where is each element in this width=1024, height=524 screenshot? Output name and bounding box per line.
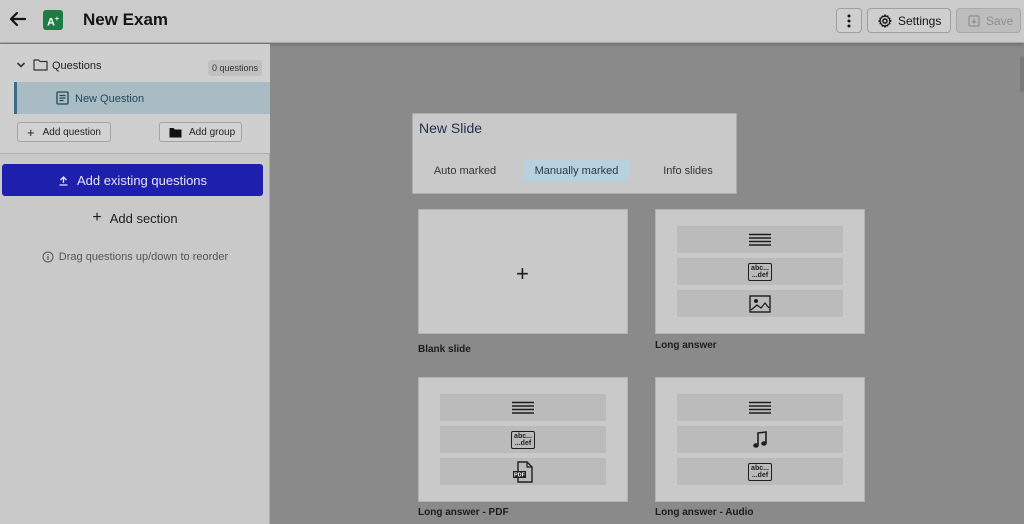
abc-def-icon: abc... ...def (511, 430, 535, 449)
template-strip (677, 226, 843, 253)
template-label-long-answer-audio: Long answer - Audio (655, 507, 754, 518)
template-strip (440, 394, 606, 421)
back-arrow-icon[interactable] (8, 9, 28, 29)
text-lines-icon (749, 233, 771, 246)
top-bar: A+ New Exam Settings Save (0, 0, 1024, 43)
tab-info-slides[interactable]: Info slides (649, 159, 727, 182)
template-strip: abc... ...def (440, 426, 606, 453)
gear-icon (878, 13, 892, 28)
new-slide-panel: New Slide Auto marked Manually marked In… (412, 113, 737, 194)
question-tree: Questions 0 questions New Question + Add… (0, 44, 270, 154)
upload-icon (59, 175, 68, 186)
folder-filled-icon (169, 127, 182, 137)
scrollbar[interactable] (1020, 56, 1024, 92)
template-label-long-answer: Long answer (655, 340, 717, 351)
settings-label: Settings (898, 13, 942, 28)
image-icon (749, 294, 771, 313)
questions-folder-label: Questions (52, 60, 102, 72)
drag-hint: Drag questions up/down to reorder (0, 249, 270, 265)
drag-hint-text: Drag questions up/down to reorder (58, 251, 229, 263)
new-question-label: New Question (75, 93, 145, 105)
template-card-long-answer[interactable]: abc... ...def (655, 209, 865, 334)
abc-def-icon: abc... ...def (748, 262, 772, 281)
add-existing-label: Add existing questions (76, 172, 208, 188)
more-options-button[interactable] (836, 8, 862, 33)
template-label-blank-slide: Blank slide (418, 344, 471, 355)
save-button[interactable]: Save (956, 8, 1021, 33)
save-label: Save (986, 13, 1014, 28)
plus-icon: + (516, 261, 529, 286)
info-icon (42, 251, 54, 263)
abc-def-icon: abc... ...def (748, 462, 772, 481)
template-label-long-answer-pdf: Long answer - PDF (418, 507, 509, 518)
question-count-badge: 0 questions (208, 60, 263, 76)
add-group-label: Add group (189, 126, 236, 138)
settings-button[interactable]: Settings (867, 8, 951, 33)
template-strip: abc... ...def (677, 458, 843, 485)
chevron-down-icon[interactable] (16, 61, 26, 69)
document-icon (56, 91, 69, 105)
template-card-long-answer-audio[interactable]: abc... ...def (655, 377, 865, 502)
new-slide-title: New Slide (419, 120, 483, 136)
folder-icon (33, 59, 48, 71)
text-lines-icon (512, 401, 534, 414)
pdf-icon: PDF (513, 460, 533, 483)
text-lines-icon (749, 401, 771, 414)
add-question-label: Add question (42, 126, 101, 138)
page-title[interactable]: New Exam (83, 10, 168, 30)
add-existing-questions-button[interactable]: Add existing questions (2, 164, 263, 196)
kebab-icon (847, 14, 851, 27)
template-strip: abc... ...def (677, 258, 843, 285)
add-question-button[interactable]: + Add question (17, 122, 111, 142)
tab-auto-marked[interactable]: Auto marked (425, 159, 505, 182)
music-note-icon (753, 430, 767, 448)
main-content: New Slide Auto marked Manually marked In… (271, 44, 1024, 524)
plus-icon: + (27, 124, 35, 140)
sidebar: Questions 0 questions New Question + Add… (0, 44, 270, 524)
template-card-blank-slide[interactable]: + (418, 209, 628, 334)
add-section-label: Add section (109, 210, 178, 226)
save-icon (968, 14, 980, 27)
svg-text:PDF: PDF (514, 472, 526, 478)
app-logo: A+ (43, 10, 63, 30)
template-strip (677, 394, 843, 421)
questions-folder-row[interactable]: Questions 0 questions (0, 56, 270, 78)
tab-manually-marked[interactable]: Manually marked (524, 159, 629, 182)
template-strip: PDF (440, 458, 606, 485)
sidebar-item-new-question[interactable]: New Question (14, 82, 270, 114)
template-card-long-answer-pdf[interactable]: abc... ...def PDF (418, 377, 628, 502)
template-strip (677, 290, 843, 317)
add-section-button[interactable]: + Add section (0, 208, 270, 228)
template-strip (677, 426, 843, 453)
plus-icon: + (92, 209, 102, 226)
add-group-button[interactable]: Add group (159, 122, 242, 142)
